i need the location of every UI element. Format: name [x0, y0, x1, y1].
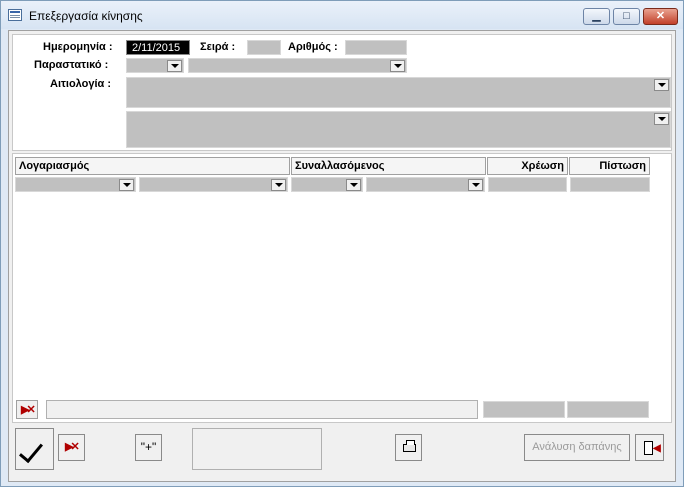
chevron-down-icon[interactable] [468, 179, 483, 191]
column-header-counterparty: Συναλλασόμενος [291, 157, 486, 175]
header-section: Ημερομηνία : 2/11/2015 Σειρά : Αριθμός :… [12, 34, 672, 151]
edit-movement-window: Επεξεργασία κίνησης ▁ □ ✕ Ημερομηνία : 2… [0, 0, 684, 487]
printer-icon [403, 440, 416, 452]
series-label: Σειρά : [200, 41, 236, 53]
chevron-down-icon[interactable] [119, 179, 134, 191]
exit-button[interactable]: ◀ [635, 434, 664, 461]
close-button[interactable]: ✕ [643, 8, 678, 25]
expense-analysis-button: Ανάλυση δαπάνης [524, 434, 630, 461]
document-type-select[interactable] [126, 58, 184, 73]
footer-status-panel [192, 428, 322, 470]
cancel-button[interactable]: ▶✕ [58, 434, 85, 461]
exit-door-icon [644, 441, 653, 455]
chevron-down-icon[interactable] [654, 113, 669, 125]
maximize-button[interactable]: □ [613, 8, 640, 25]
column-header-account: Λογαριασμός [15, 157, 290, 175]
counterparty-code-select[interactable] [291, 177, 363, 192]
account-code-select[interactable] [15, 177, 136, 192]
credit-total-field [567, 401, 649, 418]
form-window-icon [8, 9, 22, 21]
ok-button[interactable] [15, 428, 54, 470]
credit-input[interactable] [570, 177, 650, 192]
reason-select-2[interactable] [126, 111, 671, 148]
form-client-area: Ημερομηνία : 2/11/2015 Σειρά : Αριθμός :… [8, 30, 676, 482]
column-header-credit: Πίστωση [569, 157, 650, 175]
footer-toolbar: ▶✕ "+" Ανάλυση δαπάνης ◀ [12, 425, 672, 480]
entries-grid: Λογαριασμός Συναλλασόμενος Χρέωση Πίστωσ… [12, 153, 672, 423]
account-name-select[interactable] [139, 177, 288, 192]
window-title: Επεξεργασία κίνησης [29, 9, 143, 23]
debit-total-field [483, 401, 565, 418]
series-input[interactable] [247, 40, 281, 55]
chevron-down-icon[interactable] [346, 179, 361, 191]
number-label: Αριθμός : [288, 41, 338, 53]
checkmark-icon [19, 437, 43, 464]
exit-arrow-icon: ◀ [653, 443, 661, 454]
row-note-field[interactable] [46, 400, 478, 419]
reason-label: Αιτιολογία : [50, 78, 112, 90]
title-bar[interactable]: Επεξεργασία κίνησης ▁ □ ✕ [1, 1, 683, 29]
chevron-down-icon[interactable] [390, 60, 405, 72]
reason-select-1[interactable] [126, 77, 671, 108]
counterparty-name-select[interactable] [366, 177, 485, 192]
add-line-button[interactable]: "+" [135, 434, 162, 461]
date-input[interactable]: 2/11/2015 [126, 40, 190, 55]
delete-row-icon: ▶✕ [21, 404, 36, 416]
chevron-down-icon[interactable] [167, 60, 182, 72]
print-button[interactable] [395, 434, 422, 461]
column-header-debit: Χρέωση [487, 157, 568, 175]
delete-row-button[interactable]: ▶✕ [16, 400, 38, 419]
minimize-button[interactable]: ▁ [583, 8, 610, 25]
chevron-down-icon[interactable] [654, 79, 669, 91]
date-label: Ημερομηνία : [43, 41, 113, 53]
document-select[interactable] [188, 58, 407, 73]
chevron-down-icon[interactable] [271, 179, 286, 191]
cancel-x-icon: ▶✕ [65, 441, 80, 453]
number-input[interactable] [345, 40, 407, 55]
debit-input[interactable] [488, 177, 567, 192]
document-label: Παραστατικό : [34, 59, 109, 71]
